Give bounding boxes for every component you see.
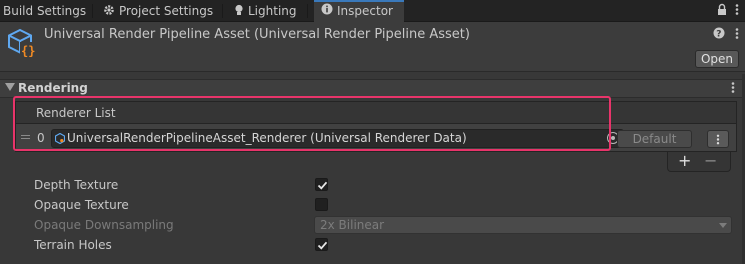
depth-texture-label: Depth Texture <box>34 178 119 192</box>
kebab-menu-icon[interactable] <box>735 27 739 43</box>
item-options-button[interactable] <box>707 130 729 148</box>
tab-project-settings[interactable]: Project Settings <box>103 0 213 22</box>
checkmark-icon <box>317 241 328 250</box>
tab-label: Project Settings <box>119 4 214 18</box>
tab-separator <box>92 4 93 18</box>
tab-build-settings[interactable]: Build Settings <box>3 0 86 22</box>
opaque-texture-checkbox[interactable] <box>315 198 328 211</box>
open-button[interactable]: Open <box>695 50 739 68</box>
set-default-button[interactable]: Default <box>617 130 692 148</box>
render-pipeline-asset-icon: {} <box>6 27 38 59</box>
chevron-down-icon <box>719 223 727 228</box>
inspector-header: {} Universal Render Pipeline Asset (Univ… <box>0 22 745 72</box>
lock-icon[interactable] <box>717 3 727 19</box>
info-icon <box>321 2 333 21</box>
opaque-downsampling-label: Opaque Downsampling <box>34 218 174 232</box>
help-icon[interactable]: ? <box>713 27 725 43</box>
kebab-menu-icon[interactable] <box>735 3 739 19</box>
tab-label: Inspector <box>337 4 393 18</box>
renderer-list-label: Renderer List <box>36 106 116 120</box>
header-controls: ? <box>713 27 739 43</box>
list-footer: + − <box>667 152 731 172</box>
add-item-button[interactable]: + <box>678 152 691 170</box>
asset-title: Universal Render Pipeline Asset (Univers… <box>44 27 470 42</box>
tab-separator <box>222 4 223 18</box>
foldout-triangle-icon[interactable] <box>5 83 15 91</box>
renderer-asset-icon <box>54 132 66 147</box>
svg-text:{}: {} <box>21 44 35 58</box>
renderer-list-row: 0 UniversalRenderPipelineAsset_Renderer … <box>15 123 737 152</box>
tab-inspector[interactable]: Inspector <box>314 0 404 22</box>
tab-label: Build Settings <box>3 4 87 18</box>
renderer-object-value: UniversalRenderPipelineAsset_Renderer (U… <box>67 131 467 145</box>
terrain-holes-checkbox[interactable] <box>315 238 328 251</box>
tab-label: Lighting <box>248 4 297 18</box>
opaque-texture-label: Opaque Texture <box>34 198 129 212</box>
depth-texture-checkbox[interactable] <box>315 178 328 191</box>
list-item-index: 0 <box>37 131 45 145</box>
tab-lighting[interactable]: Lighting <box>234 0 297 22</box>
svg-text:?: ? <box>716 30 721 40</box>
lightbulb-icon <box>234 1 244 23</box>
kebab-menu-icon[interactable] <box>731 81 735 97</box>
gear-icon <box>103 1 115 23</box>
checkmark-icon <box>317 181 328 190</box>
drag-handle-icon[interactable] <box>21 135 30 141</box>
terrain-holes-label: Terrain Holes <box>34 238 112 252</box>
section-title: Rendering <box>18 81 88 95</box>
renderer-object-field[interactable]: UniversalRenderPipelineAsset_Renderer (U… <box>51 129 624 148</box>
opaque-downsampling-dropdown[interactable]: 2x Bilinear <box>314 216 732 234</box>
dropdown-value: 2x Bilinear <box>320 218 385 232</box>
remove-item-button[interactable]: − <box>704 152 717 170</box>
tab-bar-controls <box>717 3 739 19</box>
renderer-list-header: Renderer List <box>15 101 737 123</box>
tab-separator <box>307 4 308 18</box>
editor-tab-bar: Build Settings Project Settings Lighting… <box>0 0 745 22</box>
rendering-section-header[interactable]: Rendering <box>0 79 745 98</box>
